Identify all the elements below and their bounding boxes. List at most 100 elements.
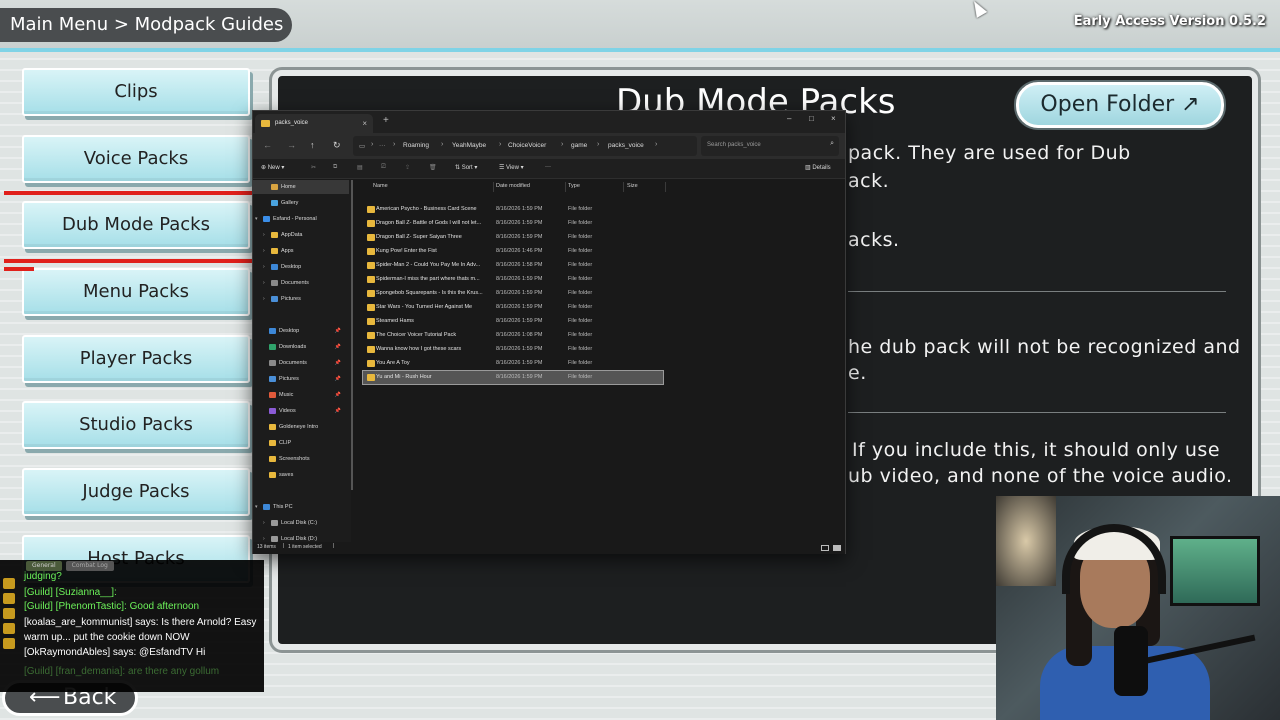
file-row[interactable]: Dragon Ball Z- Battle of Gods I will not… [363, 217, 663, 230]
sort-button[interactable]: ⇅ Sort ▾ [455, 164, 477, 171]
nav-item-desktop[interactable]: › Desktop [253, 260, 349, 274]
copy-icon[interactable]: ⧉ [333, 164, 337, 171]
pin-icon: 📌 [334, 360, 341, 366]
menu-item-voice-packs[interactable]: Voice Packs [22, 135, 250, 183]
file-row[interactable]: Kung Pow! Enter the Fist 8/16/2026 1:46 P… [363, 245, 663, 258]
nav-item-appdata[interactable]: › AppData [253, 228, 349, 242]
nav-item-pictures[interactable]: Pictures 📌 [253, 372, 349, 386]
nav-item-pictures[interactable]: › Pictures [253, 292, 349, 306]
nav-item-clip[interactable]: CLIP [253, 436, 349, 450]
breadcrumb-packs-voice[interactable]: packs_voice [608, 142, 644, 149]
paste-icon[interactable]: ▤ [357, 164, 363, 171]
breadcrumb-roaming[interactable]: Roaming [403, 142, 429, 149]
nav-item-local-disk-c-[interactable]: › Local Disk (C:) [253, 516, 349, 530]
chevron-icon[interactable]: › [263, 292, 265, 306]
column-date-modified[interactable]: Date modified [496, 183, 530, 189]
chat-message: judging? [24, 571, 62, 582]
chat-voice-icon[interactable] [3, 593, 15, 604]
more-options-icon[interactable]: ··· [545, 164, 551, 170]
file-row[interactable]: Star Wars - You Turned Her Against Me 8/1… [363, 301, 663, 314]
view-button[interactable]: ☰ View ▾ [499, 164, 524, 171]
column-divider[interactable] [493, 182, 494, 192]
forward-arrow-icon[interactable]: → [287, 140, 296, 150]
chevron-icon[interactable]: › [263, 260, 265, 274]
menu-item-player-packs[interactable]: Player Packs [22, 335, 250, 383]
nav-item-downloads[interactable]: Downloads 📌 [253, 340, 349, 354]
nav-item-videos[interactable]: Videos 📌 [253, 404, 349, 418]
chevron-icon[interactable]: › [263, 516, 265, 530]
chat-scroll-bottom-icon[interactable] [3, 638, 15, 649]
explorer-tab[interactable]: packs_voice × [255, 114, 373, 133]
chevron-icon[interactable]: › [263, 244, 265, 258]
menu-item-judge-packs[interactable]: Judge Packs [22, 468, 250, 516]
path-box[interactable]: ▭ › ··· › Roaming › YeahMaybe › ChoiceVo… [353, 136, 697, 156]
nav-item-esfand-personal[interactable]: ▾ Esfand - Personal [253, 212, 349, 226]
breadcrumb-game[interactable]: game [571, 142, 587, 149]
nav-item-screenshots[interactable]: Screenshots [253, 452, 349, 466]
maximize-icon[interactable]: □ [809, 114, 814, 123]
refresh-icon[interactable]: ↻ [333, 140, 341, 151]
new-tab-icon[interactable]: + [383, 115, 389, 126]
file-row[interactable]: Dragon Ball Z- Super Saiyan Three 8/16/20… [363, 231, 663, 244]
tiles-view-icon[interactable] [833, 545, 841, 551]
rename-icon[interactable]: ⎚ [381, 164, 386, 171]
new-button[interactable]: ⊕ New ▾ [261, 164, 284, 171]
column-size[interactable]: Size [627, 183, 638, 189]
column-divider[interactable] [565, 182, 566, 192]
chevron-icon[interactable]: › [263, 276, 265, 290]
breadcrumb-choicevoicer[interactable]: ChoiceVoicer [508, 142, 546, 149]
file-row[interactable]: Spider-Man 2 - Could You Pay Me In Adv..… [363, 259, 663, 272]
chevron-icon[interactable]: ▾ [255, 500, 258, 514]
nav-item-documents[interactable]: Documents 📌 [253, 356, 349, 370]
breadcrumb-yeahmaybe[interactable]: YeahMaybe [452, 142, 486, 149]
nav-item-documents[interactable]: › Documents [253, 276, 349, 290]
column-divider[interactable] [623, 182, 624, 192]
up-arrow-icon[interactable]: ↑ [310, 140, 315, 150]
close-icon[interactable]: × [831, 114, 836, 123]
share-icon[interactable]: ⇪ [405, 164, 410, 171]
tab-close-icon[interactable]: × [362, 114, 367, 133]
nav-item-desktop[interactable]: Desktop 📌 [253, 324, 349, 338]
column-type[interactable]: Type [568, 183, 580, 189]
file-row[interactable]: Spongebob Squarepants - Is this the Krus… [363, 287, 663, 300]
home-icon [271, 184, 278, 190]
nav-item-music[interactable]: Music 📌 [253, 388, 349, 402]
chevron-right-icon: › [393, 141, 396, 148]
nav-item-gallery[interactable]: Gallery [253, 196, 349, 210]
nav-item-goldeneye-intro[interactable]: Goldeneye Intro [253, 420, 349, 434]
file-row[interactable]: Steamed Hams 8/16/2026 1:59 PM File folder [363, 315, 663, 328]
details-view-icon[interactable] [821, 545, 829, 551]
chat-scroll-up-icon[interactable] [3, 608, 15, 619]
nav-item-home[interactable]: Home [253, 180, 349, 194]
file-row[interactable]: The Choicer Voicer Tutorial Pack 8/16/202… [363, 329, 663, 342]
nav-item-this-pc[interactable]: ▾ This PC [253, 500, 349, 514]
open-folder-button[interactable]: Open Folder ↗ [1016, 82, 1224, 128]
minimize-icon[interactable]: – [787, 114, 791, 123]
menu-item-clips[interactable]: Clips [22, 68, 250, 116]
column-name[interactable]: Name [373, 183, 388, 189]
file-row[interactable]: Spiderman-I miss the part where thats m.… [363, 273, 663, 286]
menu-item-studio-packs[interactable]: Studio Packs [22, 401, 250, 449]
chat-scroll-down-icon[interactable] [3, 623, 15, 634]
details-button[interactable]: ▥ Details [805, 164, 831, 171]
chat-menu-icon[interactable] [3, 578, 15, 589]
delete-icon[interactable]: 🗑 [429, 164, 437, 171]
gallery-icon [271, 200, 278, 206]
cut-icon[interactable]: ✂ [311, 164, 316, 171]
file-row[interactable]: American Psycho - Business Card Scene 8/1… [363, 203, 663, 216]
chat-tab-combat-log[interactable]: Combat Log [65, 561, 114, 571]
chevron-icon[interactable]: › [263, 228, 265, 242]
column-divider[interactable] [665, 182, 666, 192]
nav-scrollbar[interactable] [351, 180, 353, 490]
file-row[interactable]: Wanna know how I got these scars 8/16/202… [363, 343, 663, 356]
nav-item-saves[interactable]: saves [253, 468, 349, 482]
search-input[interactable]: Search packs_voice ⌕ [701, 136, 839, 156]
nav-item-apps[interactable]: › Apps [253, 244, 349, 258]
file-row[interactable]: Yu and Mi - Rush Hour 8/16/2026 1:59 PM Fi… [362, 370, 664, 385]
chat-tab-general[interactable]: General [26, 561, 62, 571]
chevron-icon[interactable]: ▾ [255, 212, 258, 226]
back-arrow-icon[interactable]: ← [263, 140, 272, 150]
menu-item-menu-packs[interactable]: Menu Packs [22, 268, 250, 316]
file-row[interactable]: You Are A Toy 8/16/2026 1:59 PM File folde… [363, 357, 663, 370]
overflow-icon[interactable]: ··· [379, 142, 386, 149]
